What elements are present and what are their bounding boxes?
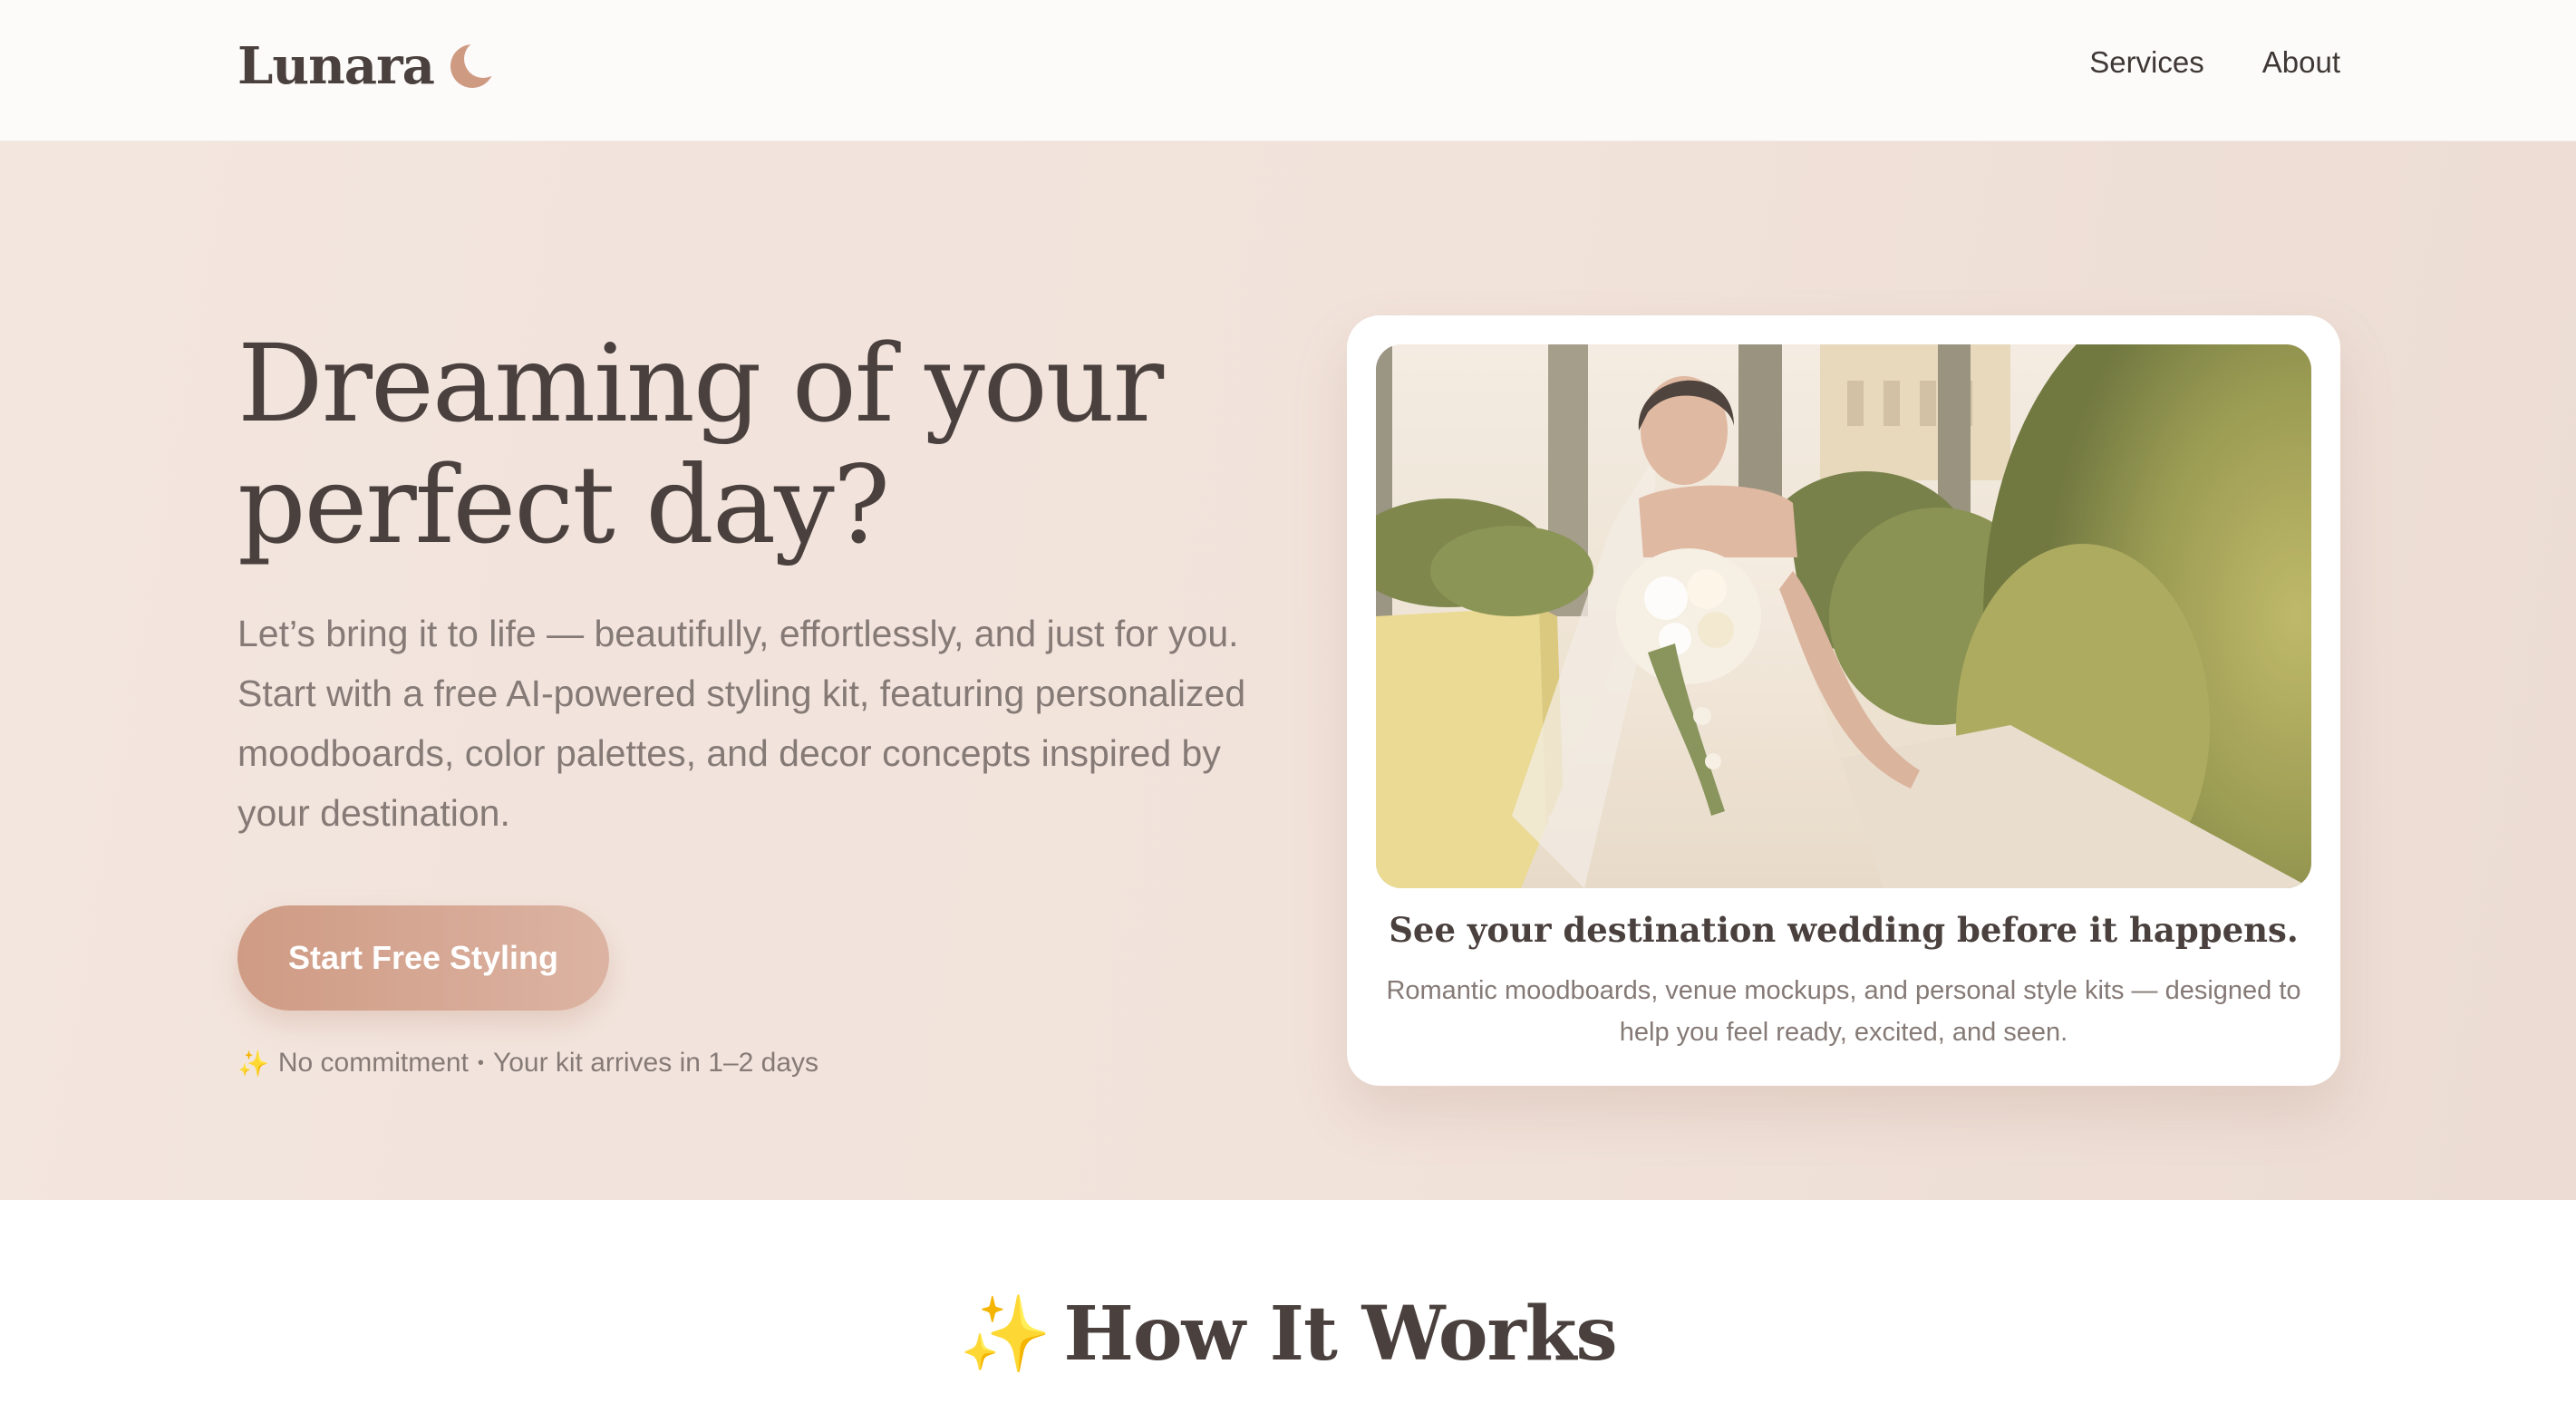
hero-title: Dreaming of your perfect day? (237, 323, 1325, 566)
cta-note-commitment: No commitment (277, 1048, 469, 1078)
brand-name: Lunara (237, 36, 435, 96)
how-it-works-title-text: How It Works (1063, 1291, 1617, 1378)
brand-logo[interactable]: Lunara (237, 36, 494, 96)
cta-note: ✨ No commitment • Your kit arrives in 1–… (237, 1048, 818, 1079)
start-free-styling-button[interactable]: Start Free Styling (237, 905, 609, 1011)
nav-link-about[interactable]: About (2262, 45, 2340, 80)
hero-section: Dreaming of your perfect day? Let’s brin… (0, 141, 2576, 1200)
cta-note-delivery: Your kit arrives in 1–2 days (492, 1048, 819, 1078)
hero-title-line-1: Dreaming of your (237, 321, 1164, 446)
bride-photo (1376, 344, 2311, 888)
sparkles-icon: ✨ (237, 1049, 269, 1078)
feature-card: See your destination wedding before it h… (1347, 315, 2340, 1086)
how-it-works-section: ✨ How It Works (0, 1200, 2576, 1403)
sparkles-icon: ✨ (959, 1291, 1051, 1378)
how-it-works-title: ✨ How It Works (0, 1291, 2576, 1379)
card-description: Romantic moodboards, venue mockups, and … (1386, 976, 2301, 1047)
crescent-moon-icon (450, 41, 494, 88)
site-header: Lunara Services About (0, 0, 2576, 141)
card-title: See your destination wedding before it h… (1389, 910, 2299, 950)
hero-description: Let’s bring it to life — beautifully, ef… (237, 613, 1246, 834)
main-nav: Services About (2089, 45, 2340, 80)
cta-note-separator: • (477, 1052, 484, 1073)
hero-title-line-2: perfect day? (237, 442, 890, 567)
nav-link-services[interactable]: Services (2089, 45, 2204, 80)
page: Lunara Services About Dreaming of your p… (0, 0, 2576, 1403)
